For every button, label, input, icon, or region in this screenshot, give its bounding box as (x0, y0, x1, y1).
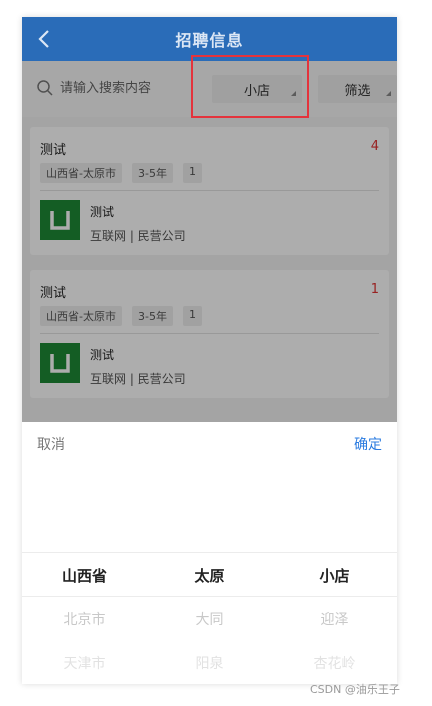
picker-option[interactable]: 迎泽 (272, 609, 397, 629)
chevron-left-icon (38, 30, 49, 48)
picker-option-selected[interactable]: 太原 (147, 565, 272, 586)
picker-option[interactable]: 天津市 (22, 653, 147, 673)
picker-column-city[interactable]: 太原 大同 阳泉 (147, 422, 272, 684)
picker-column-district[interactable]: 小店 迎泽 杏花岭 (272, 422, 397, 684)
watermark: CSDN @油乐王子 (310, 683, 400, 696)
back-button[interactable] (32, 25, 56, 53)
region-picker: 取消 确定 山西省 北京市 天津市 太原 大同 阳泉 小店 迎泽 杏花岭 (22, 422, 397, 684)
modal-overlay[interactable] (22, 61, 397, 423)
picker-option[interactable]: 阳泉 (147, 653, 272, 673)
page-title: 招聘信息 (175, 31, 244, 50)
picker-option[interactable]: 北京市 (22, 609, 147, 629)
picker-option-selected[interactable]: 山西省 (22, 565, 147, 586)
picker-option-selected[interactable]: 小店 (272, 565, 397, 586)
navbar: 招聘信息 (22, 17, 397, 61)
picker-option[interactable]: 杏花岭 (272, 653, 397, 673)
picker-column-province[interactable]: 山西省 北京市 天津市 (22, 422, 147, 684)
phone-screen: 招聘信息 小店 筛选 测试 4 山西省-太原市 3-5年 1 (22, 17, 397, 684)
picker-option[interactable]: 大同 (147, 609, 272, 629)
